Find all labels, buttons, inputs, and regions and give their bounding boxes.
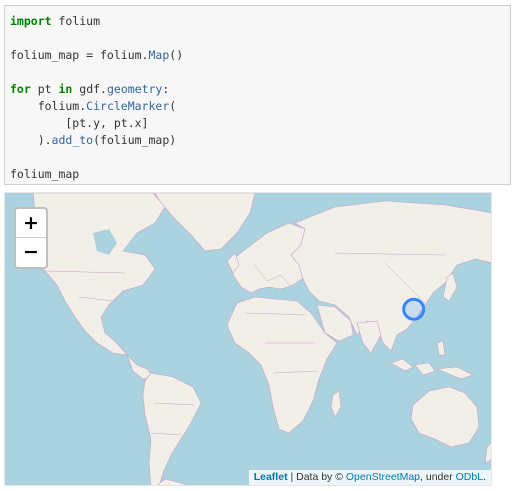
- leaflet-link[interactable]: Leaflet: [254, 471, 288, 483]
- circle-marker[interactable]: [402, 297, 426, 321]
- code-line-6: folium.CircleMarker(: [10, 99, 177, 113]
- function-name: CircleMarker: [86, 99, 170, 113]
- keyword: in: [58, 82, 73, 96]
- code-text: :: [162, 82, 170, 96]
- openstreetmap-link[interactable]: OpenStreetMap: [346, 471, 420, 483]
- zoom-in-button[interactable]: +: [16, 209, 46, 238]
- function-name: geometry: [106, 82, 163, 96]
- code-editor[interactable]: import folium folium_map = folium.Map() …: [5, 6, 510, 183]
- code-line-3: folium_map = folium.Map(): [10, 48, 183, 62]
- zoom-control: + −: [14, 207, 48, 269]
- code-text: [pt.y, pt.x]: [10, 116, 149, 130]
- attribution-text: , under: [420, 471, 456, 483]
- code-line-5: for pt in gdf.geometry:: [10, 82, 169, 96]
- code-text: gdf.: [72, 82, 107, 96]
- map-output[interactable]: + − Leaflet | Data by © OpenStreetMap, u…: [4, 192, 492, 486]
- keyword: for: [10, 82, 31, 96]
- code-text: folium_map = folium.: [10, 48, 149, 62]
- attribution-text: .: [483, 471, 486, 483]
- code-text: pt: [30, 82, 59, 96]
- code-line-8: ).add_to(folium_map): [10, 133, 177, 147]
- function-name: add_to: [51, 133, 94, 147]
- code-text: ).: [10, 133, 52, 147]
- code-cell[interactable]: import folium folium_map = folium.Map() …: [4, 5, 511, 185]
- keyword: import: [10, 14, 52, 28]
- code-text: (: [169, 99, 177, 113]
- odbl-link[interactable]: ODbL: [456, 471, 483, 483]
- attribution: Leaflet | Data by © OpenStreetMap, under…: [248, 470, 491, 485]
- function-name: Map: [148, 48, 170, 62]
- code-text: folium.: [10, 99, 87, 113]
- code-line-7: [pt.y, pt.x]: [10, 116, 148, 130]
- attribution-text: | Data by ©: [287, 471, 346, 483]
- code-text: (): [169, 48, 184, 62]
- code-text: (folium_map): [93, 133, 177, 147]
- map-canvas[interactable]: [5, 193, 492, 486]
- zoom-out-button[interactable]: −: [16, 238, 46, 267]
- code-line-10: folium_map: [10, 167, 79, 181]
- code-text: folium: [51, 14, 101, 28]
- code-line-1: import folium: [10, 14, 100, 28]
- code-text: folium_map: [10, 167, 80, 181]
